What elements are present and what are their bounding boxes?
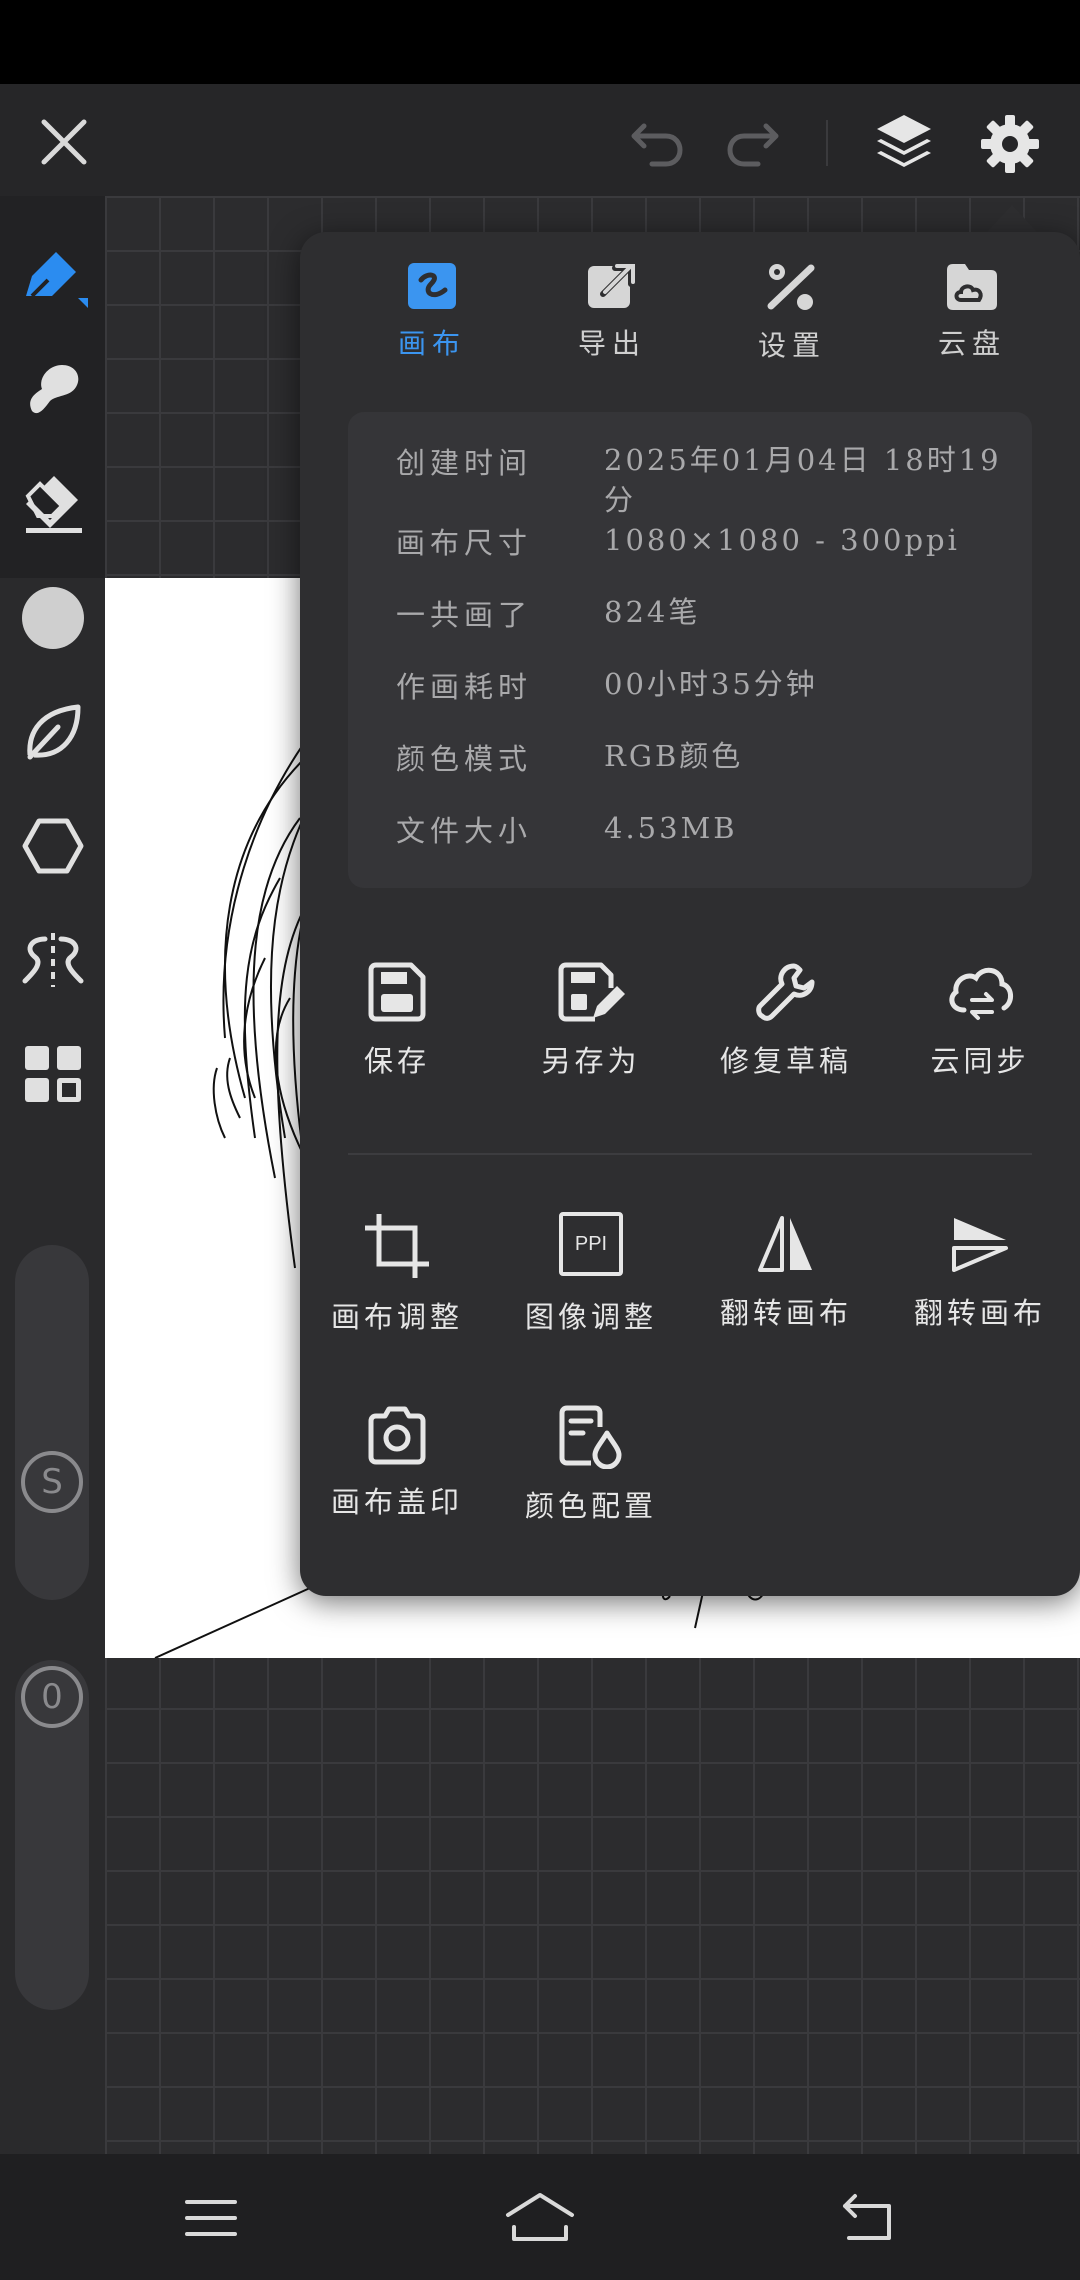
ppi-icon: PPI (559, 1212, 623, 1276)
info-key: 作画耗时 (396, 670, 533, 704)
crop-icon (365, 1214, 429, 1278)
info-value: 1080×1080 - 300ppi (604, 523, 960, 557)
canvas-adjust-button[interactable]: 画布调整 (302, 1212, 492, 1362)
save-icon (368, 962, 426, 1022)
home-icon[interactable] (500, 2184, 580, 2250)
flip-horizontal-icon (758, 1216, 812, 1272)
grid-icon[interactable] (0, 1024, 105, 1124)
info-value: 824笔 (604, 595, 701, 629)
symmetry-icon[interactable] (0, 910, 105, 1010)
info-key: 创建时间 (396, 446, 533, 480)
color-circle-icon[interactable] (0, 568, 105, 668)
tab-export[interactable]: 导出 (542, 262, 682, 392)
back-icon[interactable] (832, 2186, 902, 2248)
info-key: 颜色模式 (396, 742, 533, 776)
cloud-disk-icon (947, 264, 997, 310)
camera-icon (368, 1406, 426, 1465)
wrench-icon (756, 963, 815, 1021)
save-as-label: 另存为 (541, 1044, 641, 1078)
popup-divider (348, 1153, 1032, 1155)
color-config-label: 颜色配置 (524, 1489, 657, 1523)
canvas-stamp-label: 画布盖印 (330, 1485, 463, 1519)
cloud-sync-button[interactable]: 云同步 (885, 960, 1075, 1110)
hexagon-icon[interactable] (0, 796, 105, 896)
info-key: 一共画了 (396, 598, 533, 632)
save-label: 保存 (363, 1044, 430, 1078)
canvas-info-box: 创建时间 2025年01月04日 18时19分 画布尺寸 1080×1080 -… (348, 412, 1032, 888)
top-toolbar (0, 84, 1080, 196)
leaf-icon[interactable] (0, 682, 105, 782)
repair-draft-button[interactable]: 修复草稿 (691, 960, 881, 1110)
info-value: 2025年01月04日 18时19分 (604, 443, 1002, 517)
brush-size-slider[interactable]: S (15, 1245, 89, 1600)
popup-pointer (986, 205, 1038, 233)
redo-icon[interactable] (718, 110, 788, 176)
tools-icon (767, 264, 815, 310)
canvas-adjust-label: 画布调整 (330, 1300, 463, 1334)
info-value: 4.53MB (604, 811, 738, 845)
system-nav-bar (0, 2154, 1080, 2280)
size-label: S (41, 1462, 63, 1502)
repair-draft-label: 修复草稿 (719, 1044, 852, 1078)
image-adjust-label: 图像调整 (524, 1300, 657, 1334)
info-key: 画布尺寸 (396, 526, 533, 560)
tab-canvas-label: 画布 (397, 327, 466, 360)
cloud-sync-icon (949, 967, 1013, 1020)
info-value: RGB颜色 (604, 739, 744, 773)
pen-icon[interactable] (0, 225, 105, 325)
color-config-icon (559, 1405, 622, 1469)
tab-cloud-disk-label: 云盘 (937, 327, 1006, 360)
opacity-knob[interactable]: 0 (21, 1666, 83, 1728)
close-icon[interactable] (30, 108, 98, 176)
tab-canvas[interactable]: 画布 (362, 262, 502, 392)
image-adjust-button[interactable]: PPI 图像调整 (496, 1212, 686, 1362)
canvas-icon (408, 263, 456, 309)
undo-icon[interactable] (622, 110, 692, 176)
save-button[interactable]: 保存 (302, 960, 492, 1110)
menu-icon[interactable] (176, 2188, 246, 2248)
eraser-icon[interactable] (0, 455, 105, 555)
smudge-icon[interactable] (0, 340, 105, 440)
tab-settings[interactable]: 设置 (722, 262, 862, 392)
color-config-button[interactable]: 颜色配置 (496, 1405, 686, 1555)
save-as-icon (558, 962, 625, 1022)
tab-export-label: 导出 (577, 327, 646, 360)
tab-cloud-disk[interactable]: 云盘 (902, 262, 1042, 392)
opacity-slider[interactable]: 0 (15, 1660, 89, 2010)
flip-canvas-vertical-button[interactable]: 翻转画布 (885, 1212, 1075, 1362)
flip-horizontal-label: 翻转画布 (719, 1296, 852, 1330)
brush-size-knob[interactable]: S (21, 1451, 83, 1513)
flip-vertical-label: 翻转画布 (913, 1296, 1046, 1330)
save-as-button[interactable]: 另存为 (496, 960, 686, 1110)
layers-icon[interactable] (866, 104, 942, 180)
toolbar-divider (826, 120, 828, 166)
info-value: 00小时35分钟 (604, 667, 818, 701)
status-bar (0, 0, 1080, 84)
ppi-badge: PPI (574, 1232, 608, 1255)
flip-vertical-icon (952, 1218, 1008, 1272)
flip-canvas-horizontal-button[interactable]: 翻转画布 (691, 1212, 881, 1362)
tab-settings-label: 设置 (757, 329, 826, 362)
info-key: 文件大小 (396, 814, 533, 848)
export-icon (588, 264, 635, 308)
cloud-sync-label: 云同步 (930, 1044, 1030, 1078)
canvas-stamp-button[interactable]: 画布盖印 (302, 1405, 492, 1555)
gear-icon[interactable] (970, 104, 1050, 184)
opacity-label: 0 (41, 1677, 63, 1717)
